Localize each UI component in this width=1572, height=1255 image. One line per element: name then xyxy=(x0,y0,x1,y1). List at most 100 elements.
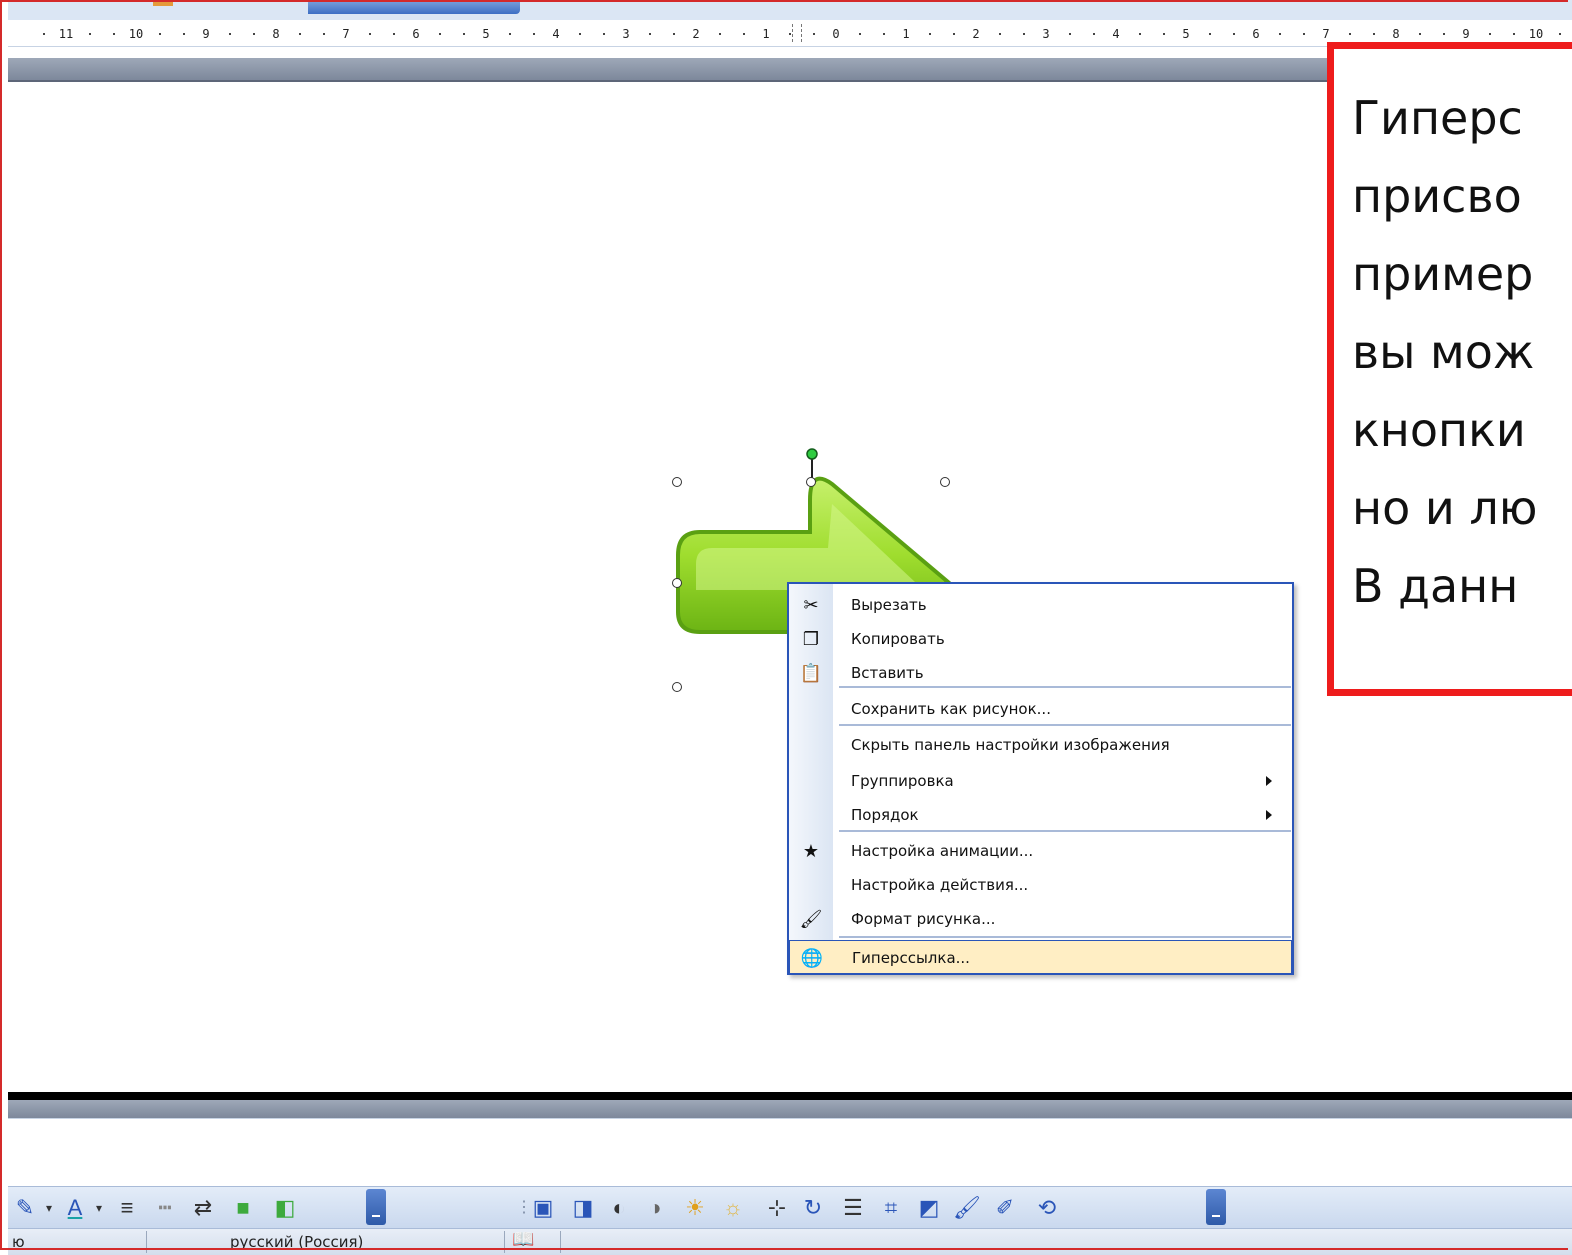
resize-handle-top-center[interactable] xyxy=(806,477,816,487)
format-picture-icon[interactable]: 🖌 xyxy=(952,1195,982,1221)
ruler-dot xyxy=(789,33,791,35)
more-brightness-icon[interactable]: ☀ xyxy=(680,1195,710,1221)
more-contrast-icon[interactable]: ◐ xyxy=(604,1195,634,1221)
crop-icon[interactable]: ⊹ xyxy=(762,1195,792,1221)
ruler-tick-label: 10 xyxy=(1528,27,1544,41)
menu-separator xyxy=(839,936,1291,938)
notes-pane[interactable] xyxy=(8,1118,1572,1187)
ruler-tick-label: 7 xyxy=(1322,27,1330,41)
color-mode-icon[interactable]: ◨ xyxy=(568,1195,598,1221)
font-color-icon[interactable]: A xyxy=(60,1195,90,1221)
ruler-tick-label: 7 xyxy=(342,27,350,41)
arrow-style-icon[interactable]: ⇄ xyxy=(188,1195,218,1221)
ruler-dot xyxy=(369,33,371,35)
menu-item-label: Сохранить как рисунок... xyxy=(851,700,1051,718)
dash-style-icon[interactable]: ┅ xyxy=(150,1195,180,1221)
line-style-icon[interactable]: ≡ xyxy=(112,1195,142,1221)
ruler-tick-label: 10 xyxy=(128,27,144,41)
recolor-picture-icon[interactable]: ◩ xyxy=(914,1195,944,1221)
ruler-dot xyxy=(183,33,185,35)
line-style-icon[interactable]: ☰ xyxy=(838,1195,868,1221)
ruler-dot xyxy=(1303,33,1305,35)
menu-item-label: Вставить xyxy=(851,664,924,682)
ruler-tick-label: 2 xyxy=(972,27,980,41)
ruler-dot xyxy=(1233,33,1235,35)
3d-style-icon[interactable]: ◧ xyxy=(270,1195,300,1221)
rotation-handle xyxy=(806,448,818,460)
ruler-tick-label: 5 xyxy=(1182,27,1190,41)
ruler-dot xyxy=(159,33,161,35)
callout-text-line: В данн xyxy=(1352,559,1519,613)
ruler-dot xyxy=(999,33,1001,35)
menu-item-save-as-picture[interactable]: Сохранить как рисунок... xyxy=(789,692,1292,726)
menu-item-order[interactable]: Порядок xyxy=(789,798,1292,832)
insert-picture-icon[interactable]: ▣ xyxy=(528,1195,558,1221)
menu-item-label: Копировать xyxy=(851,630,945,648)
ruler-indent-marker[interactable] xyxy=(792,24,802,42)
menu-item-label: Гиперссылка... xyxy=(852,949,970,967)
menu-item-paste[interactable]: 📋 Вставить xyxy=(789,656,1292,690)
slide-pane-bottom-border xyxy=(8,1092,1572,1100)
menu-item-hide-picture-toolbar[interactable]: Скрыть панель настройки изображения xyxy=(789,728,1292,762)
less-brightness-icon[interactable]: ☼ xyxy=(718,1195,748,1221)
ruler-dot xyxy=(463,33,465,35)
toolbar-options-button[interactable] xyxy=(366,1189,386,1225)
menu-item-cut[interactable]: ✂ Вырезать xyxy=(789,588,1292,622)
ruler-tick-label: 5 xyxy=(482,27,490,41)
resize-handle-top-left[interactable] xyxy=(672,477,682,487)
menu-item-action-settings[interactable]: Настройка действия... xyxy=(789,868,1292,902)
menu-item-label: Вырезать xyxy=(851,596,927,614)
resize-handle-bottom-left[interactable] xyxy=(672,682,682,692)
ruler-tick-label: 3 xyxy=(1042,27,1050,41)
ruler-dot xyxy=(533,33,535,35)
compress-picture-icon[interactable]: ⌗ xyxy=(876,1195,906,1221)
line-color-icon[interactable]: ✎ xyxy=(10,1195,40,1221)
menu-item-hyperlink[interactable]: 🌐 Гиперссылка... xyxy=(789,940,1292,974)
context-menu: ✂ Вырезать ❐ Копировать 📋 Вставить Сохранить к… xyxy=(787,582,1294,975)
resize-handle-middle-left[interactable] xyxy=(672,578,682,588)
resize-handle-top-right[interactable] xyxy=(940,477,950,487)
ruler-dot xyxy=(1209,33,1211,35)
menu-item-format-picture[interactable]: 🖌 Формат рисунка... xyxy=(789,902,1292,936)
status-language[interactable]: русский (Россия) xyxy=(230,1233,363,1251)
status-bar: ю русский (Россия) 📖 xyxy=(8,1228,1572,1255)
notes-pane-splitter[interactable] xyxy=(8,1100,1572,1118)
callout-text-line: пример xyxy=(1352,247,1534,301)
ruler-dot xyxy=(673,33,675,35)
ruler-dot xyxy=(1349,33,1351,35)
ruler-dot xyxy=(43,33,45,35)
ruler-dot xyxy=(953,33,955,35)
status-divider xyxy=(560,1231,561,1253)
dropdown-arrow-icon[interactable]: ▾ xyxy=(92,1195,106,1221)
menu-item-grouping[interactable]: Группировка xyxy=(789,764,1292,798)
ruler-dot xyxy=(299,33,301,35)
paste-icon: 📋 xyxy=(799,662,823,684)
shadow-style-icon[interactable]: ■ xyxy=(228,1195,258,1221)
titlebar-accent xyxy=(153,0,173,6)
ruler-tick-label: 9 xyxy=(202,27,210,41)
ruler-dot xyxy=(439,33,441,35)
ruler-dot xyxy=(89,33,91,35)
menu-item-custom-animation[interactable]: ★ Настройка анимации... xyxy=(789,834,1292,868)
instruction-callout: Гиперс присво пример вы мож кнопки но и лю В д… xyxy=(1327,42,1572,696)
toolbar-grip-icon: ⋮ xyxy=(516,1199,532,1216)
ruler-tick-label: 4 xyxy=(552,27,560,41)
ruler-dot xyxy=(859,33,861,35)
ruler-dot xyxy=(113,33,115,35)
toolbar-options-button[interactable] xyxy=(1206,1189,1226,1225)
dropdown-arrow-icon[interactable]: ▾ xyxy=(42,1195,56,1221)
ruler-tick-label: 8 xyxy=(1392,27,1400,41)
set-transparent-color-icon[interactable]: ✐ xyxy=(990,1195,1020,1221)
ruler-tick-label: 0 xyxy=(832,27,840,41)
reset-picture-icon[interactable]: ⟲ xyxy=(1032,1195,1062,1221)
ruler-tick-label: 3 xyxy=(622,27,630,41)
menu-item-label: Настройка анимации... xyxy=(851,842,1034,860)
ruler-dot xyxy=(1093,33,1095,35)
menu-item-copy[interactable]: ❐ Копировать xyxy=(789,622,1292,656)
spellcheck-book-icon[interactable]: 📖 xyxy=(512,1229,534,1250)
ruler-dot xyxy=(579,33,581,35)
titlebar-toolbar-fragment[interactable] xyxy=(308,0,520,14)
less-contrast-icon[interactable]: ◑ xyxy=(640,1195,670,1221)
rotate-icon[interactable]: ↻ xyxy=(798,1195,828,1221)
menu-item-label: Порядок xyxy=(851,806,919,824)
